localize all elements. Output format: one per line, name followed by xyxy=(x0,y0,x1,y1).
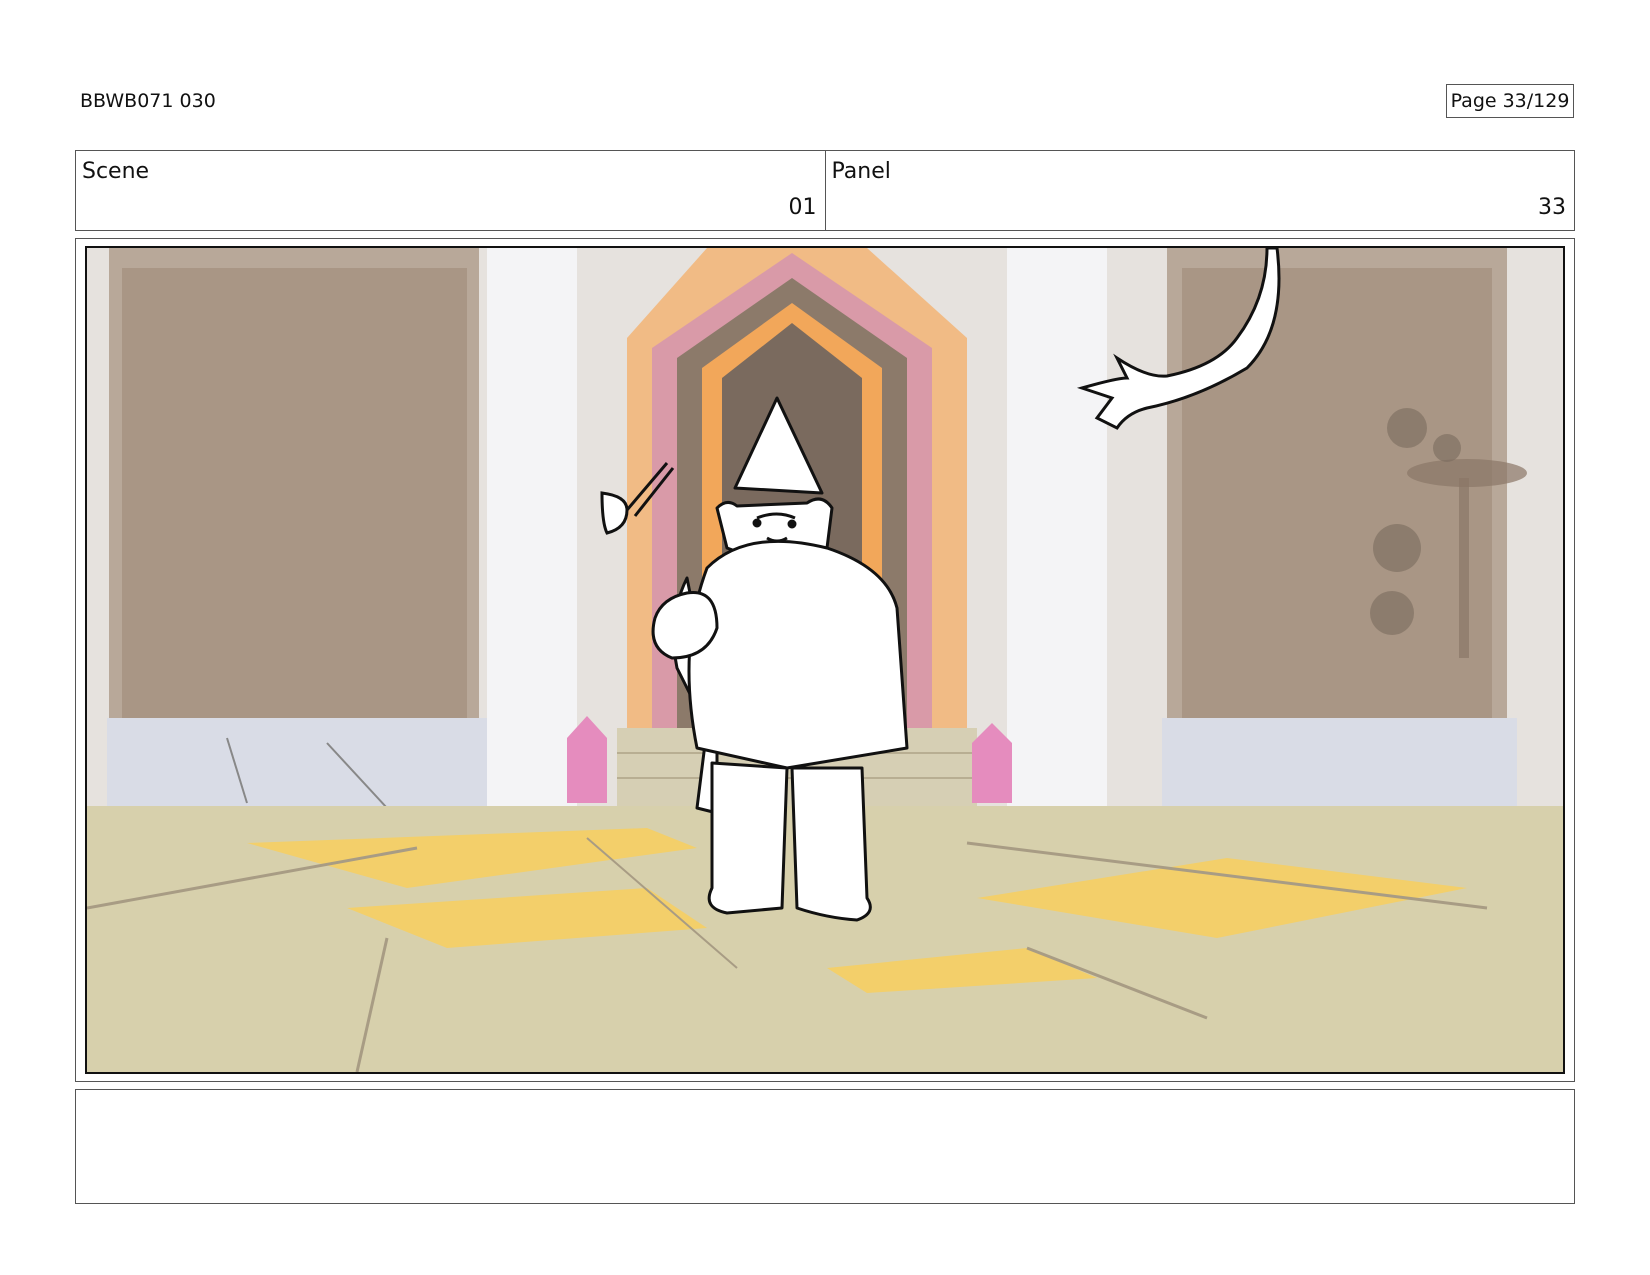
document-id: BBWB071 030 xyxy=(80,90,216,112)
storyboard-frame xyxy=(75,238,1575,1082)
scene-label: Scene xyxy=(82,159,150,184)
right-pillar xyxy=(1007,248,1107,808)
panel-cell: Panel 33 xyxy=(824,151,1575,230)
page-label: Page xyxy=(1450,90,1497,112)
left-wall-panel xyxy=(107,248,487,813)
page-indicator: Page 33/129 xyxy=(1446,84,1574,118)
storyboard-image xyxy=(85,246,1565,1074)
right-wall-panel xyxy=(1162,248,1527,813)
panel-number: 33 xyxy=(1538,195,1566,220)
page-number: 33/129 xyxy=(1502,90,1570,112)
scene-number: 01 xyxy=(788,195,817,220)
panel-notes xyxy=(75,1089,1575,1204)
scene-cell: Scene 01 xyxy=(76,151,825,230)
scene-panel-row: Scene 01 Panel 33 xyxy=(75,150,1575,231)
panel-label: Panel xyxy=(831,159,891,184)
left-pillar xyxy=(487,248,577,808)
